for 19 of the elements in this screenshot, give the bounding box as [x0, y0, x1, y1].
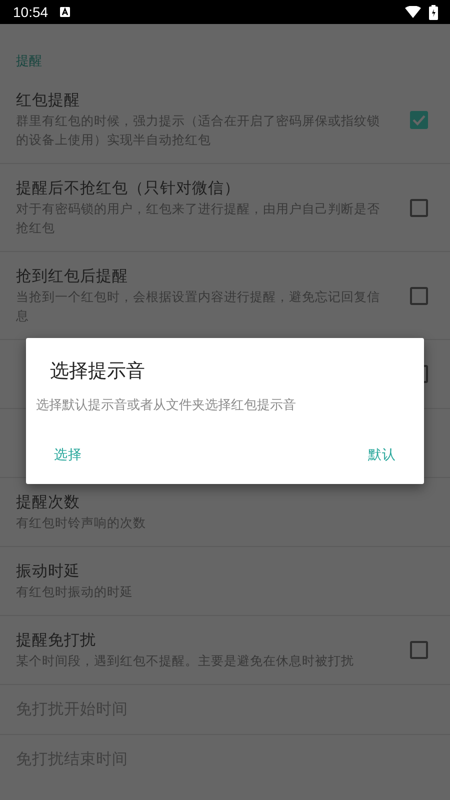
dialog-button[interactable]: 默认 — [358, 442, 406, 468]
preference-title: 提醒后不抢红包（只针对微信） — [16, 178, 241, 199]
checkbox[interactable] — [410, 641, 428, 659]
dialog-message: 选择默认提示音或者从文件夹选择红包提示音 — [35, 397, 297, 414]
preference-title: 红包提醒 — [16, 90, 81, 111]
dialog-title: 选择提示音 — [50, 359, 145, 384]
checkbox[interactable] — [410, 198, 428, 216]
checkbox[interactable] — [410, 286, 428, 304]
status-time: 10:54 — [13, 4, 48, 20]
wifi-icon — [405, 6, 421, 18]
preference-title: 振动时延 — [16, 561, 81, 582]
notification-icon — [60, 7, 70, 17]
preference-title: 抢到红包后提醒 — [16, 266, 129, 287]
checkbox[interactable] — [410, 110, 428, 128]
section-header: 提醒 — [15, 53, 43, 71]
preference-title: 提醒免打扰 — [16, 630, 97, 651]
dialog-button[interactable]: 选择 — [44, 442, 92, 468]
preference-title: 提醒次数 — [16, 492, 81, 513]
battery-icon — [429, 4, 438, 20]
